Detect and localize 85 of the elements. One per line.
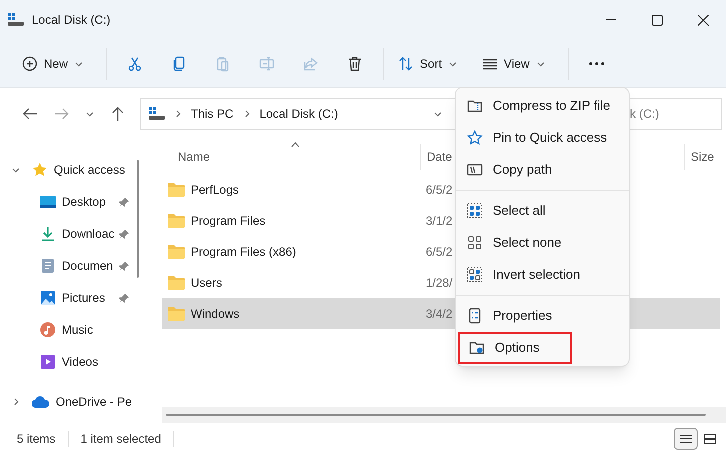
window-title: Local Disk (C:) <box>32 12 111 29</box>
minimize-icon <box>606 19 616 21</box>
scissors-icon <box>127 56 144 72</box>
scrollbar-thumb[interactable] <box>137 160 139 278</box>
details-view-button[interactable] <box>674 428 698 450</box>
menu-item[interactable]: Invert selection <box>458 259 627 291</box>
cloud-icon <box>32 396 50 408</box>
search-field[interactable]: k (C:) <box>628 98 722 130</box>
share-icon <box>303 56 320 72</box>
menu-item[interactable]: Copy path <box>458 154 627 186</box>
select-all-icon <box>467 203 483 219</box>
monitor-icon <box>40 194 56 210</box>
tiles-icon <box>704 434 716 444</box>
date-cell-text: 3/4/2 <box>426 306 453 322</box>
sort-button[interactable]: Sort <box>390 48 466 80</box>
sidebar-item[interactable]: Documen <box>0 250 148 282</box>
star-icon <box>32 162 48 178</box>
menu-item[interactable]: Select none <box>458 227 627 259</box>
path-icon <box>467 162 483 178</box>
plus-circle-icon <box>22 56 38 72</box>
arrow-up-icon <box>112 107 124 121</box>
sidebar-item[interactable]: Desktop <box>0 186 148 218</box>
file-name: PerfLogs <box>191 182 240 198</box>
file-name: Windows <box>191 306 240 322</box>
menu-item[interactable]: Options <box>458 332 572 364</box>
horizontal-scrollbar[interactable] <box>162 407 726 423</box>
menu-item[interactable]: Compress to ZIP file <box>458 90 627 122</box>
video-icon <box>40 354 56 370</box>
column-header[interactable]: Name <box>162 148 420 166</box>
folder-icon <box>168 214 185 228</box>
select-none-icon <box>467 235 483 251</box>
new-button[interactable]: New <box>14 48 92 80</box>
pin-icon <box>119 292 130 304</box>
rename-icon <box>259 56 276 72</box>
folder-icon <box>168 306 185 320</box>
more-icon <box>588 62 605 66</box>
sidebar-item[interactable]: Videos <box>0 346 148 378</box>
properties-icon <box>467 308 483 324</box>
star-outline-icon <box>467 130 483 146</box>
close-icon <box>698 14 708 26</box>
breadcrumb[interactable]: This PC <box>191 105 234 123</box>
item-count: 5 items <box>17 431 56 448</box>
sidebar-item[interactable]: Pictures <box>0 282 148 314</box>
date-cell-text: 1/28/ <box>426 274 453 292</box>
column-header[interactable]: Size <box>685 148 714 166</box>
sidebar-item[interactable]: Music <box>0 314 148 346</box>
folder-icon <box>168 244 185 258</box>
download-icon <box>40 226 56 242</box>
trash-icon <box>347 56 364 72</box>
menu-item[interactable]: Properties <box>458 300 627 332</box>
sort-caret-icon <box>291 142 300 148</box>
folder-icon <box>168 182 185 196</box>
address-bar[interactable]: This PC Local Disk (C:) <box>140 98 456 130</box>
sort-arrows-icon <box>398 56 414 72</box>
menu-item[interactable]: Select all <box>458 195 627 227</box>
music-note-icon <box>40 322 56 338</box>
date-cell-text: 6/5/2 <box>426 182 453 198</box>
drive-icon <box>8 13 24 27</box>
arrow-right-icon <box>55 108 69 120</box>
copy-icon <box>171 56 188 72</box>
sidebar-item[interactable]: Quick access <box>0 154 148 186</box>
view-button[interactable]: View <box>474 48 554 80</box>
pin-icon <box>119 228 130 240</box>
menu-item[interactable]: Pin to Quick access <box>458 122 627 154</box>
drive-icon <box>149 107 165 121</box>
maximize-icon <box>652 14 662 26</box>
sidebar-item[interactable]: Downloac <box>0 218 148 250</box>
invert-selection-icon <box>467 267 483 283</box>
folder-icon <box>168 276 185 290</box>
clipboard-icon <box>215 56 232 72</box>
breadcrumb[interactable]: Local Disk (C:) <box>260 105 338 123</box>
selection-count: 1 item selected <box>80 431 162 448</box>
pin-icon <box>119 196 130 208</box>
date-cell-text: 6/5/2 <box>426 244 453 260</box>
file-name: Program Files (x86) <box>191 244 296 260</box>
file-name: Users <box>191 274 222 292</box>
list-icon <box>680 434 692 444</box>
picture-icon <box>40 290 56 306</box>
file-name: Program Files <box>191 212 266 230</box>
date-cell-text: 3/1/2 <box>426 212 453 230</box>
arrow-left-icon <box>23 108 37 120</box>
pin-icon <box>119 260 130 272</box>
sidebar-item[interactable]: OneDrive - Pe <box>0 386 148 418</box>
document-icon <box>40 258 56 274</box>
zip-folder-icon <box>467 98 483 114</box>
